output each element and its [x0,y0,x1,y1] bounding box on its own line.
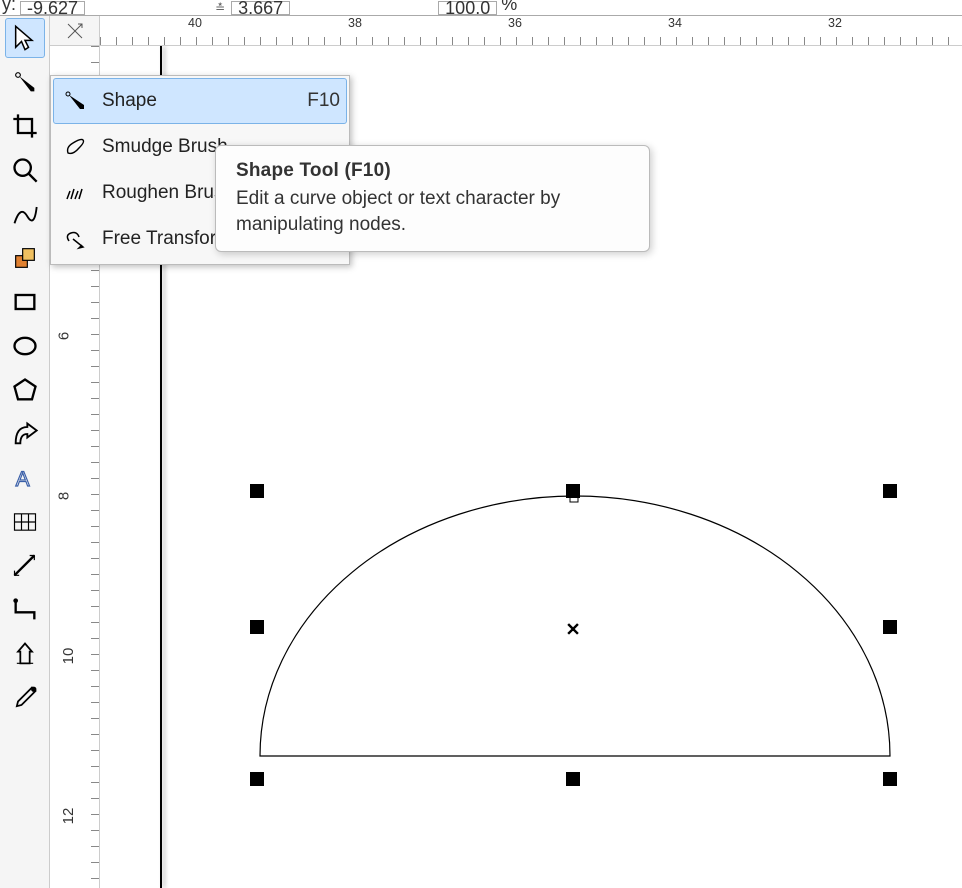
rectangle-tool[interactable] [5,282,45,322]
flyout-item-shape[interactable]: Shape F10 [53,78,347,124]
polygon-tool[interactable] [5,370,45,410]
interactive-tool[interactable] [5,634,45,674]
selection-center-icon[interactable]: ✕ [565,620,580,641]
selection-handle[interactable] [250,620,264,634]
selection-handle[interactable] [883,484,897,498]
y-field[interactable]: -9.627 [20,1,85,15]
selection-handle[interactable] [883,620,897,634]
tooltip-body: Edit a curve object or text character by… [236,186,629,237]
flyout-label: Shape [102,90,295,112]
basic-shapes-tool[interactable] [5,414,45,454]
tooltip-title: Shape Tool (F10) [236,160,629,182]
crop-tool[interactable] [5,106,45,146]
ellipse-tool[interactable] [5,326,45,366]
smart-fill-tool[interactable] [5,238,45,278]
selection-handle[interactable] [566,772,580,786]
zoom-tool[interactable] [5,150,45,190]
shape-tool-icon [60,89,90,113]
property-bar: y: -9.627 ≛ 3.667 100.0 % [0,0,962,16]
selection-handle[interactable] [250,484,264,498]
table-tool[interactable] [5,502,45,542]
shape-tool[interactable] [5,62,45,102]
roughen-brush-icon [60,181,90,205]
tooltip: Shape Tool (F10) Edit a curve object or … [215,145,650,252]
smudge-brush-icon [60,135,90,159]
free-transform-icon [60,227,90,251]
dimension-tool[interactable] [5,546,45,586]
selection-handle[interactable] [883,772,897,786]
ruler-origin[interactable] [50,16,100,46]
text-tool[interactable]: A [5,458,45,498]
freehand-tool[interactable] [5,194,45,234]
selection-handle[interactable] [250,772,264,786]
zoom-field[interactable]: 100.0 [438,1,497,15]
toolbox: A [0,16,50,888]
zoom-unit: % [501,0,517,15]
flyout-shortcut: F10 [307,90,340,112]
eyedropper-tool[interactable] [5,678,45,718]
stepper-icon[interactable]: ≛ [213,1,227,15]
pick-tool[interactable] [5,18,45,58]
selection-handle[interactable] [566,484,580,498]
connector-tool[interactable] [5,590,45,630]
ruler-horizontal[interactable]: 40 38 36 34 32 30 [100,16,962,46]
y-label: y: [2,0,16,15]
width-field[interactable]: 3.667 [231,1,290,15]
svg-text:A: A [15,468,29,491]
